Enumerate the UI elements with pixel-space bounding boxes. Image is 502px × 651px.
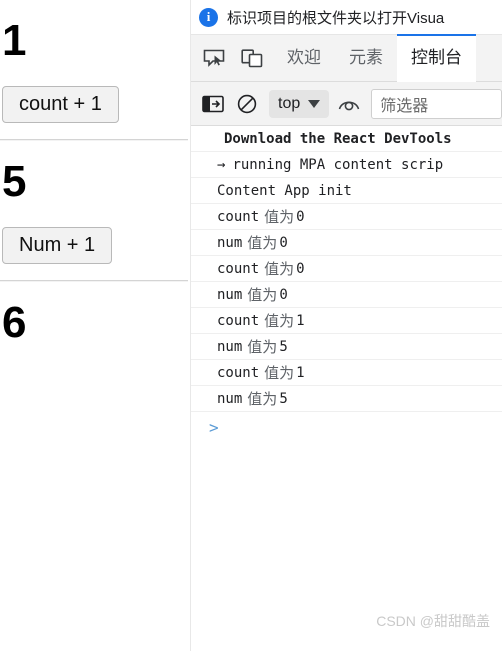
web-page-content: 1 count + 1 5 Num + 1 6: [0, 0, 190, 651]
console-row-value: 1: [296, 364, 305, 381]
console-row-value: 0: [279, 234, 288, 251]
console-row-value: 5: [279, 338, 288, 355]
console-row: count 值为 0: [191, 204, 502, 230]
console-row-text: num: [217, 338, 243, 355]
devtools-panel: i 标识项目的根文件夹以打开Visua 欢迎 元素 控制台 top 筛选器 Do…: [190, 0, 502, 651]
console-row-text: count: [217, 208, 260, 225]
console-row-label: 值为: [247, 235, 278, 252]
console-row: Content App init: [191, 178, 502, 204]
console-row-text: Content App init: [217, 182, 352, 199]
console-row-label: 值为: [264, 313, 295, 330]
console-row-text: count: [217, 312, 260, 329]
console-row-text: Download the React DevTools: [224, 130, 452, 147]
console-filter-input[interactable]: 筛选器: [371, 88, 502, 119]
console-sidebar-icon[interactable]: [197, 89, 229, 119]
tab-elements[interactable]: 元素: [335, 34, 397, 82]
live-expression-eye-icon[interactable]: [333, 89, 365, 119]
clear-console-icon[interactable]: [231, 89, 263, 119]
console-row-text: count: [217, 260, 260, 277]
console-row-prefix: →: [217, 156, 226, 173]
filter-placeholder: 筛选器: [380, 97, 429, 115]
console-row: num 值为 0: [191, 282, 502, 308]
console-row-label: 值为: [264, 365, 295, 382]
watermark: CSDN @甜甜酷盖: [376, 613, 490, 629]
num-increment-button[interactable]: Num + 1: [2, 227, 113, 265]
count-increment-button[interactable]: count + 1: [2, 86, 119, 124]
devtools-tabstrip: 欢迎 元素 控制台: [191, 34, 502, 82]
console-row: count 值为 1: [191, 308, 502, 334]
console-row-value: 0: [279, 286, 288, 303]
console-row-label: 值为: [247, 391, 278, 408]
prompt-chevron-icon: >: [209, 417, 219, 437]
tab-welcome[interactable]: 欢迎: [273, 34, 335, 82]
inspect-element-icon[interactable]: [197, 41, 231, 75]
console-row: num 值为 5: [191, 386, 502, 412]
console-row-text: num: [217, 390, 243, 407]
third-heading: 6: [2, 298, 27, 348]
info-banner: i 标识项目的根文件夹以打开Visua: [191, 0, 502, 34]
console-row-value: 0: [296, 260, 305, 277]
console-message-list: Download the React DevTools → running MPA …: [191, 126, 502, 412]
device-toolbar-icon[interactable]: [235, 41, 269, 75]
console-row: count 值为 0: [191, 256, 502, 282]
console-row-text: count: [217, 364, 260, 381]
chevron-down-icon: [308, 99, 321, 108]
console-row-label: 值为: [247, 287, 278, 304]
console-row-label: 值为: [264, 261, 295, 278]
console-row-text: num: [217, 286, 243, 303]
console-row: num 值为 0: [191, 230, 502, 256]
console-row: num 值为 5: [191, 334, 502, 360]
console-row: count 值为 1: [191, 360, 502, 386]
screenshot-root: 1 count + 1 5 Num + 1 6 i 标识项目的根文件夹以打开Vi…: [0, 0, 502, 651]
info-icon: i: [199, 7, 218, 27]
console-row-value: 1: [296, 312, 305, 329]
console-row-text: running MPA content scrip: [232, 156, 444, 173]
console-toolbar: top 筛选器: [191, 82, 502, 126]
execution-context-value: top: [278, 94, 301, 112]
console-row-value: 5: [279, 390, 288, 407]
console-row-value: 0: [296, 208, 305, 225]
count-heading: 1: [2, 16, 27, 65]
console-row-label: 值为: [247, 339, 278, 356]
console-row: → running MPA content scrip: [191, 152, 502, 178]
info-banner-text: 标识项目的根文件夹以打开Visua: [227, 9, 445, 27]
console-row: Download the React DevTools: [191, 126, 502, 152]
console-row-label: 值为: [264, 209, 295, 226]
num-heading: 5: [2, 157, 27, 207]
tab-console[interactable]: 控制台: [397, 34, 476, 82]
execution-context-dropdown[interactable]: top: [269, 89, 330, 118]
console-prompt[interactable]: >: [191, 412, 502, 442]
console-row-text: num: [217, 234, 243, 251]
